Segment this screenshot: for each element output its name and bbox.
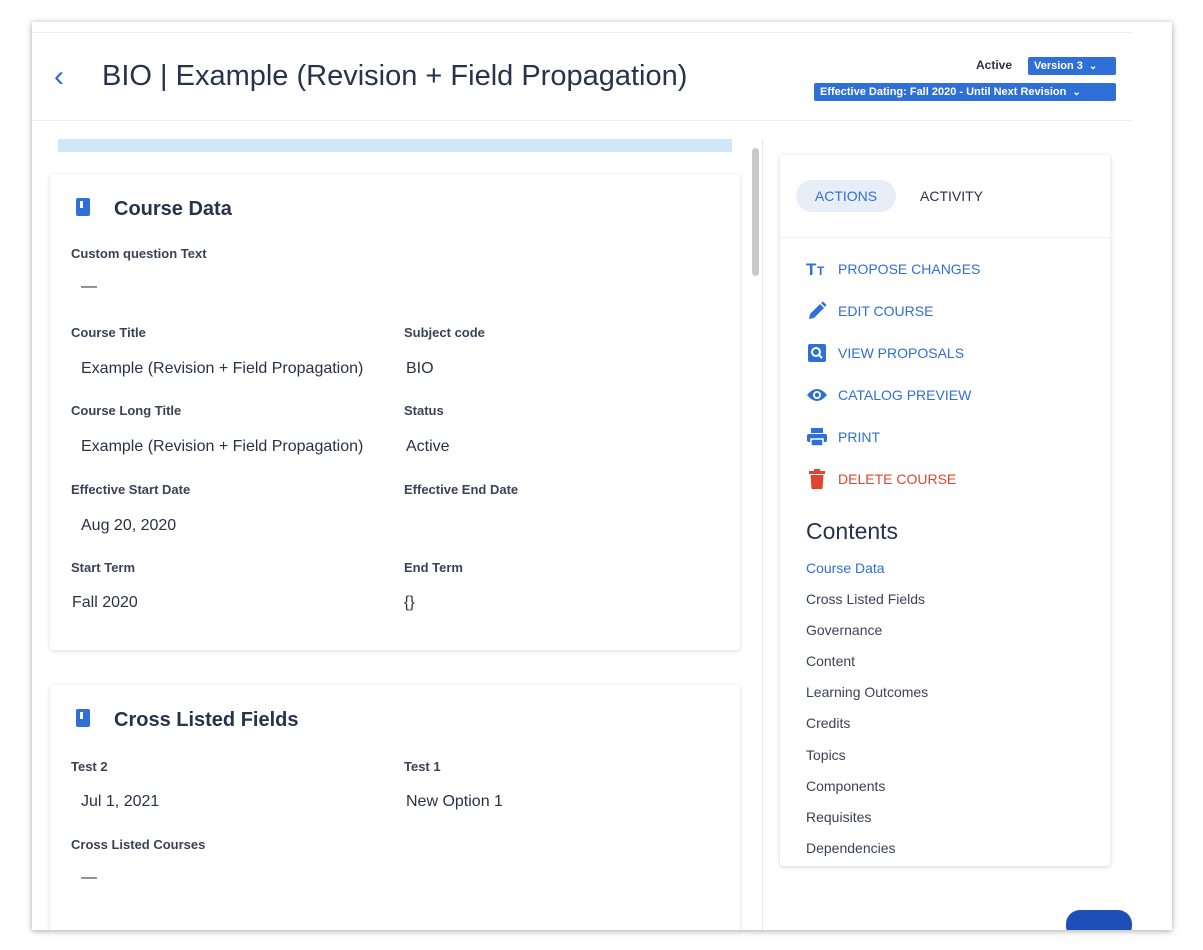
svg-text:T: T: [817, 264, 825, 277]
effective-dating-label: Effective Dating: Fall 2020 - Until Next…: [820, 86, 1067, 98]
chevron-down-icon: ⌄: [1088, 61, 1098, 72]
eye-icon: [806, 384, 828, 406]
progress-bar: [58, 139, 732, 152]
printer-icon: [806, 426, 828, 448]
card-title: Course Data: [114, 198, 232, 220]
course-title-value: Example (Revision + Field Propagation): [81, 360, 364, 377]
effective-start-date-label: Effective Start Date: [71, 482, 191, 497]
effective-end-date-label: Effective End Date: [404, 482, 519, 497]
view-proposals-button[interactable]: VIEW PROPOSALS: [806, 342, 964, 364]
version-label: Version 3: [1034, 60, 1083, 72]
toc-dependencies[interactable]: Dependencies: [806, 840, 896, 856]
version-dropdown[interactable]: Version 3 ⌄: [1028, 57, 1116, 75]
subject-code-label: Subject code: [404, 325, 485, 340]
chevron-down-icon: ⌄: [1072, 87, 1081, 98]
subject-code-value: BIO: [406, 360, 434, 377]
status-field-label: Status: [404, 403, 444, 418]
toc-content[interactable]: Content: [806, 653, 855, 669]
contents-heading: Contents: [806, 518, 899, 544]
floating-action-button[interactable]: [1066, 910, 1132, 930]
app-window: ‹ BIO | Example (Revision + Field Propag…: [32, 22, 1172, 930]
edit-course-label: EDIT COURSE: [838, 303, 934, 319]
cross-listed-courses-value: —: [81, 869, 97, 886]
cross-listed-fields-card: Cross Listed Fields Test 2 Jul 1, 2021 T…: [50, 685, 740, 930]
toc-topics[interactable]: Topics: [806, 747, 846, 763]
status-field-value: Active: [406, 438, 450, 455]
test-1-value: New Option 1: [406, 793, 503, 810]
course-long-title-value: Example (Revision + Field Propagation): [81, 438, 364, 455]
toc-learning-outcomes[interactable]: Learning Outcomes: [806, 684, 928, 700]
top-divider: [32, 32, 1132, 33]
propose-changes-label: PROPOSE CHANGES: [838, 261, 981, 277]
delete-course-label: DELETE COURSE: [838, 471, 957, 487]
trash-icon: [806, 468, 828, 490]
edit-course-button[interactable]: EDIT COURSE: [806, 300, 933, 322]
toc-components[interactable]: Components: [806, 778, 885, 794]
test-2-value: Jul 1, 2021: [81, 793, 160, 810]
custom-question-value: —: [81, 278, 97, 295]
view-proposals-label: VIEW PROPOSALS: [838, 345, 965, 361]
header-divider: [32, 120, 1132, 121]
back-chevron-icon[interactable]: ‹: [54, 62, 64, 92]
tab-actions[interactable]: ACTIONS: [796, 180, 896, 212]
column-divider: [762, 139, 763, 930]
toc-requisites[interactable]: Requisites: [806, 809, 871, 825]
course-data-card: Course Data Custom question Text — Cours…: [50, 174, 740, 650]
cross-listed-courses-label: Cross Listed Courses: [71, 837, 206, 852]
catalog-preview-label: CATALOG PREVIEW: [838, 387, 972, 403]
text-size-icon: TT: [806, 258, 828, 280]
card-title: Cross Listed Fields: [114, 709, 299, 731]
start-term-value: Fall 2020: [72, 594, 138, 611]
actions-sidebar: ACTIONS ACTIVITY TT PROPOSE CHANGES EDIT…: [780, 155, 1110, 866]
toc-governance[interactable]: Governance: [806, 622, 882, 638]
end-term-label: End Term: [404, 560, 463, 575]
effective-start-date-value: Aug 20, 2020: [81, 517, 177, 534]
scrollbar-thumb[interactable]: [752, 148, 759, 276]
print-button[interactable]: PRINT: [806, 426, 880, 448]
delete-course-button[interactable]: DELETE COURSE: [806, 468, 956, 490]
end-term-value: {}: [404, 594, 415, 611]
toc-course-data[interactable]: Course Data: [806, 560, 885, 576]
status-label: Active: [976, 58, 1013, 72]
custom-question-label: Custom question Text: [71, 246, 207, 261]
book-icon: [76, 709, 90, 727]
catalog-preview-button[interactable]: CATALOG PREVIEW: [806, 384, 971, 406]
test-2-label: Test 2: [71, 759, 108, 774]
pencil-icon: [806, 300, 828, 322]
tabs-divider: [780, 237, 1110, 238]
search-box-icon: [806, 342, 828, 364]
page-title: BIO | Example (Revision + Field Propagat…: [102, 60, 688, 92]
test-1-label: Test 1: [404, 759, 441, 774]
print-label: PRINT: [838, 429, 880, 445]
toc-cross-listed-fields[interactable]: Cross Listed Fields: [806, 591, 925, 607]
start-term-label: Start Term: [71, 560, 136, 575]
effective-dating-dropdown[interactable]: Effective Dating: Fall 2020 - Until Next…: [814, 83, 1116, 101]
propose-changes-button[interactable]: TT PROPOSE CHANGES: [806, 258, 980, 280]
course-title-label: Course Title: [71, 325, 146, 340]
tab-activity[interactable]: ACTIVITY: [920, 180, 983, 212]
svg-text:T: T: [806, 261, 817, 277]
toc-credits[interactable]: Credits: [806, 715, 850, 731]
book-icon: [76, 198, 90, 216]
course-long-title-label: Course Long Title: [71, 403, 182, 418]
